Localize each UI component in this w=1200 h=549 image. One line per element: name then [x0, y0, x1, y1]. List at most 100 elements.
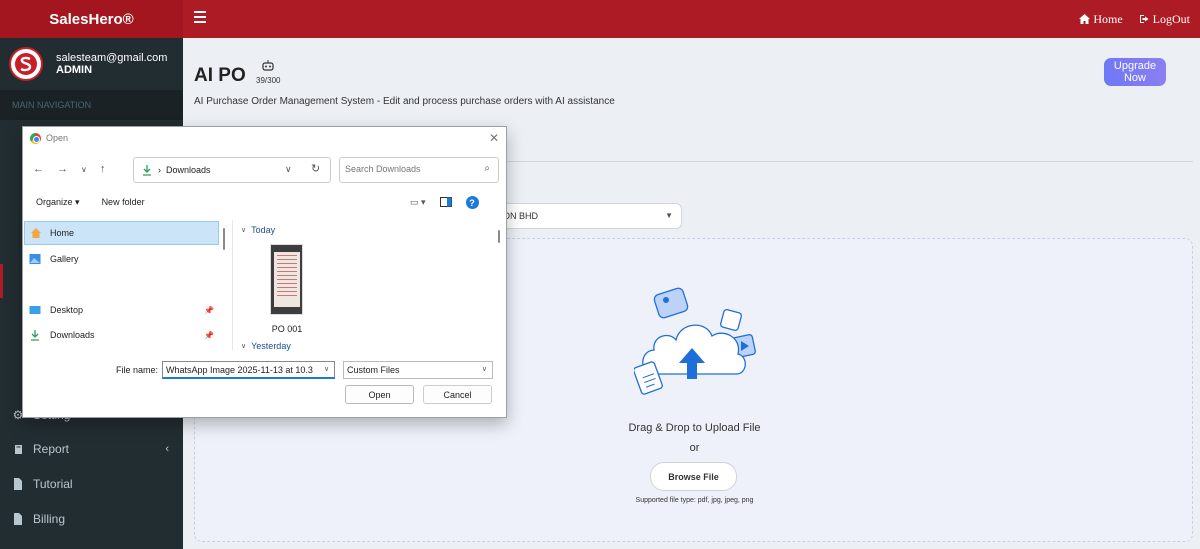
page-title: AI PO	[194, 65, 246, 86]
nav-scrollbar[interactable]	[223, 228, 225, 250]
page-subtitle: AI Purchase Order Management System - Ed…	[194, 96, 615, 107]
nav-item-label: Downloads	[50, 330, 95, 340]
sidebar-item-report[interactable]: Report ‹	[0, 432, 183, 466]
logout-link-label: LogOut	[1152, 11, 1190, 26]
help-icon[interactable]: ?	[465, 196, 479, 209]
chevron-down-icon: ∨	[241, 227, 247, 234]
caret-down-icon: ▼	[665, 211, 673, 220]
chevron-down-icon[interactable]: ∨	[285, 164, 292, 175]
nav-item-label: Desktop	[50, 305, 84, 315]
supported-types: Supported file type: pdf, jpg, jpeg, png	[635, 497, 754, 504]
gallery-icon	[29, 254, 41, 264]
address-path-label: Downloads	[166, 165, 211, 175]
files-scrollbar[interactable]	[498, 230, 500, 243]
chevron-left-icon: ‹	[165, 443, 169, 455]
back-icon[interactable]: ←	[33, 163, 44, 175]
group-today[interactable]: ∨ Today	[241, 225, 275, 235]
search-icon: ⌕	[484, 163, 490, 174]
pane-separator	[232, 220, 233, 350]
home-link-label: Home	[1093, 11, 1123, 26]
desktop-icon	[29, 306, 41, 314]
dialog-toolbar: Organize ▾ New folder	[36, 197, 145, 208]
document-icon	[12, 478, 24, 490]
logout-link[interactable]: LogOut	[1139, 12, 1190, 27]
menu-toggle-icon[interactable]	[194, 11, 206, 25]
robot-icon	[262, 60, 274, 71]
file-name[interactable]: PO 001	[261, 324, 313, 334]
preview-pane-icon[interactable]	[439, 196, 452, 209]
chevron-down-icon: ∨	[481, 366, 487, 373]
upgrade-button[interactable]: Upgrade Now	[1104, 58, 1166, 86]
cancel-button[interactable]: Cancel	[423, 385, 492, 404]
dropzone-or: or	[689, 442, 700, 454]
brand-logo[interactable]: SalesHero®	[0, 0, 183, 38]
group-yesterday[interactable]: ∨ Yesterday	[241, 341, 291, 351]
file-name-label: File name:	[116, 365, 159, 375]
download-icon	[143, 165, 151, 176]
company-select-value: ON BHD	[503, 211, 539, 221]
file-name-input[interactable]	[162, 361, 335, 379]
address-bar[interactable]: › Downloads ∨ ↻	[133, 157, 331, 183]
address-path: › Downloads	[158, 165, 211, 175]
logout-icon	[1139, 15, 1149, 23]
refresh-icon[interactable]: ↻	[311, 162, 320, 175]
nav-item-home[interactable]: Home	[24, 221, 219, 245]
nav-item-label: Home	[50, 228, 75, 238]
organize-button[interactable]: Organize ▾	[36, 197, 80, 208]
view-mode-icon[interactable]: ▭ ▾	[410, 197, 426, 208]
forward-icon[interactable]: →	[57, 163, 68, 175]
search-input[interactable]	[345, 164, 475, 174]
user-panel: salesteam@gmail.com ADMIN	[0, 38, 183, 90]
nav-item-desktop[interactable]: Desktop 📌	[24, 298, 219, 322]
nav-item-label: Gallery	[50, 254, 79, 264]
navigation-pane: Home Gallery Desktop 📌 Downloads 📌	[23, 220, 223, 350]
recent-chevron-icon[interactable]: ∨	[81, 165, 87, 175]
active-indicator	[0, 264, 3, 298]
close-icon[interactable]: ✕	[489, 131, 499, 145]
organize-label: Organize	[36, 197, 73, 207]
file-open-dialog: Open ✕ ← → ∨ ↑ › Downloads ∨ ↻ ⌕ Organiz…	[22, 126, 507, 418]
download-icon	[31, 330, 39, 341]
up-icon[interactable]: ↑	[100, 163, 106, 175]
nav-header: MAIN NAVIGATION	[0, 90, 183, 120]
chevron-down-icon: ∨	[241, 343, 247, 350]
group-label: Today	[251, 225, 276, 235]
brand-s-icon	[15, 53, 37, 75]
nav-item-gallery[interactable]: Gallery	[24, 247, 219, 271]
chrome-icon	[30, 133, 41, 144]
avatar	[9, 47, 43, 81]
file-thumbnail[interactable]	[270, 244, 303, 315]
sidebar-item-label: Billing	[33, 512, 66, 526]
document-icon	[12, 513, 24, 525]
sidebar-item-label: Tutorial	[33, 477, 73, 491]
sidebar-item-tutorial[interactable]: Tutorial	[0, 467, 183, 501]
user-role: ADMIN	[56, 64, 93, 76]
pin-icon: 📌	[204, 305, 214, 315]
book-icon	[12, 443, 24, 455]
top-links: Home LogOut	[1079, 0, 1190, 38]
sidebar-item-label: Report	[33, 442, 70, 456]
dialog-titlebar: Open ✕	[23, 127, 508, 151]
top-navbar: SalesHero® Home LogOut	[0, 0, 1200, 38]
browse-file-button[interactable]: Browse File	[650, 462, 737, 491]
view-controls: ▭ ▾ ?	[410, 196, 479, 209]
company-select[interactable]: ON BHD ▼	[488, 203, 682, 229]
dialog-nav: ← → ∨ ↑	[33, 163, 105, 175]
nav-item-downloads[interactable]: Downloads 📌	[24, 323, 219, 347]
quota-counter: 39/300	[256, 76, 281, 85]
open-button[interactable]: Open	[345, 385, 414, 404]
file-type-value: Custom Files	[347, 365, 400, 375]
document-preview	[274, 252, 300, 307]
chevron-down-icon[interactable]: ∨	[324, 365, 329, 373]
home-folder-icon	[31, 228, 41, 238]
cloud-upload-icon	[634, 287, 756, 395]
home-link[interactable]: Home	[1079, 11, 1123, 27]
user-email: salesteam@gmail.com	[56, 52, 168, 64]
file-type-select[interactable]: Custom Files ∨	[343, 361, 493, 379]
search-downloads[interactable]: ⌕	[339, 157, 499, 183]
sidebar-item-billing[interactable]: Billing	[0, 502, 183, 536]
user-info: salesteam@gmail.com ADMIN	[56, 52, 167, 76]
new-folder-button[interactable]: New folder	[102, 197, 145, 208]
home-icon	[1079, 14, 1091, 24]
file-list-pane: ∨ Today PO 001 ∨ Yesterday	[231, 220, 496, 351]
